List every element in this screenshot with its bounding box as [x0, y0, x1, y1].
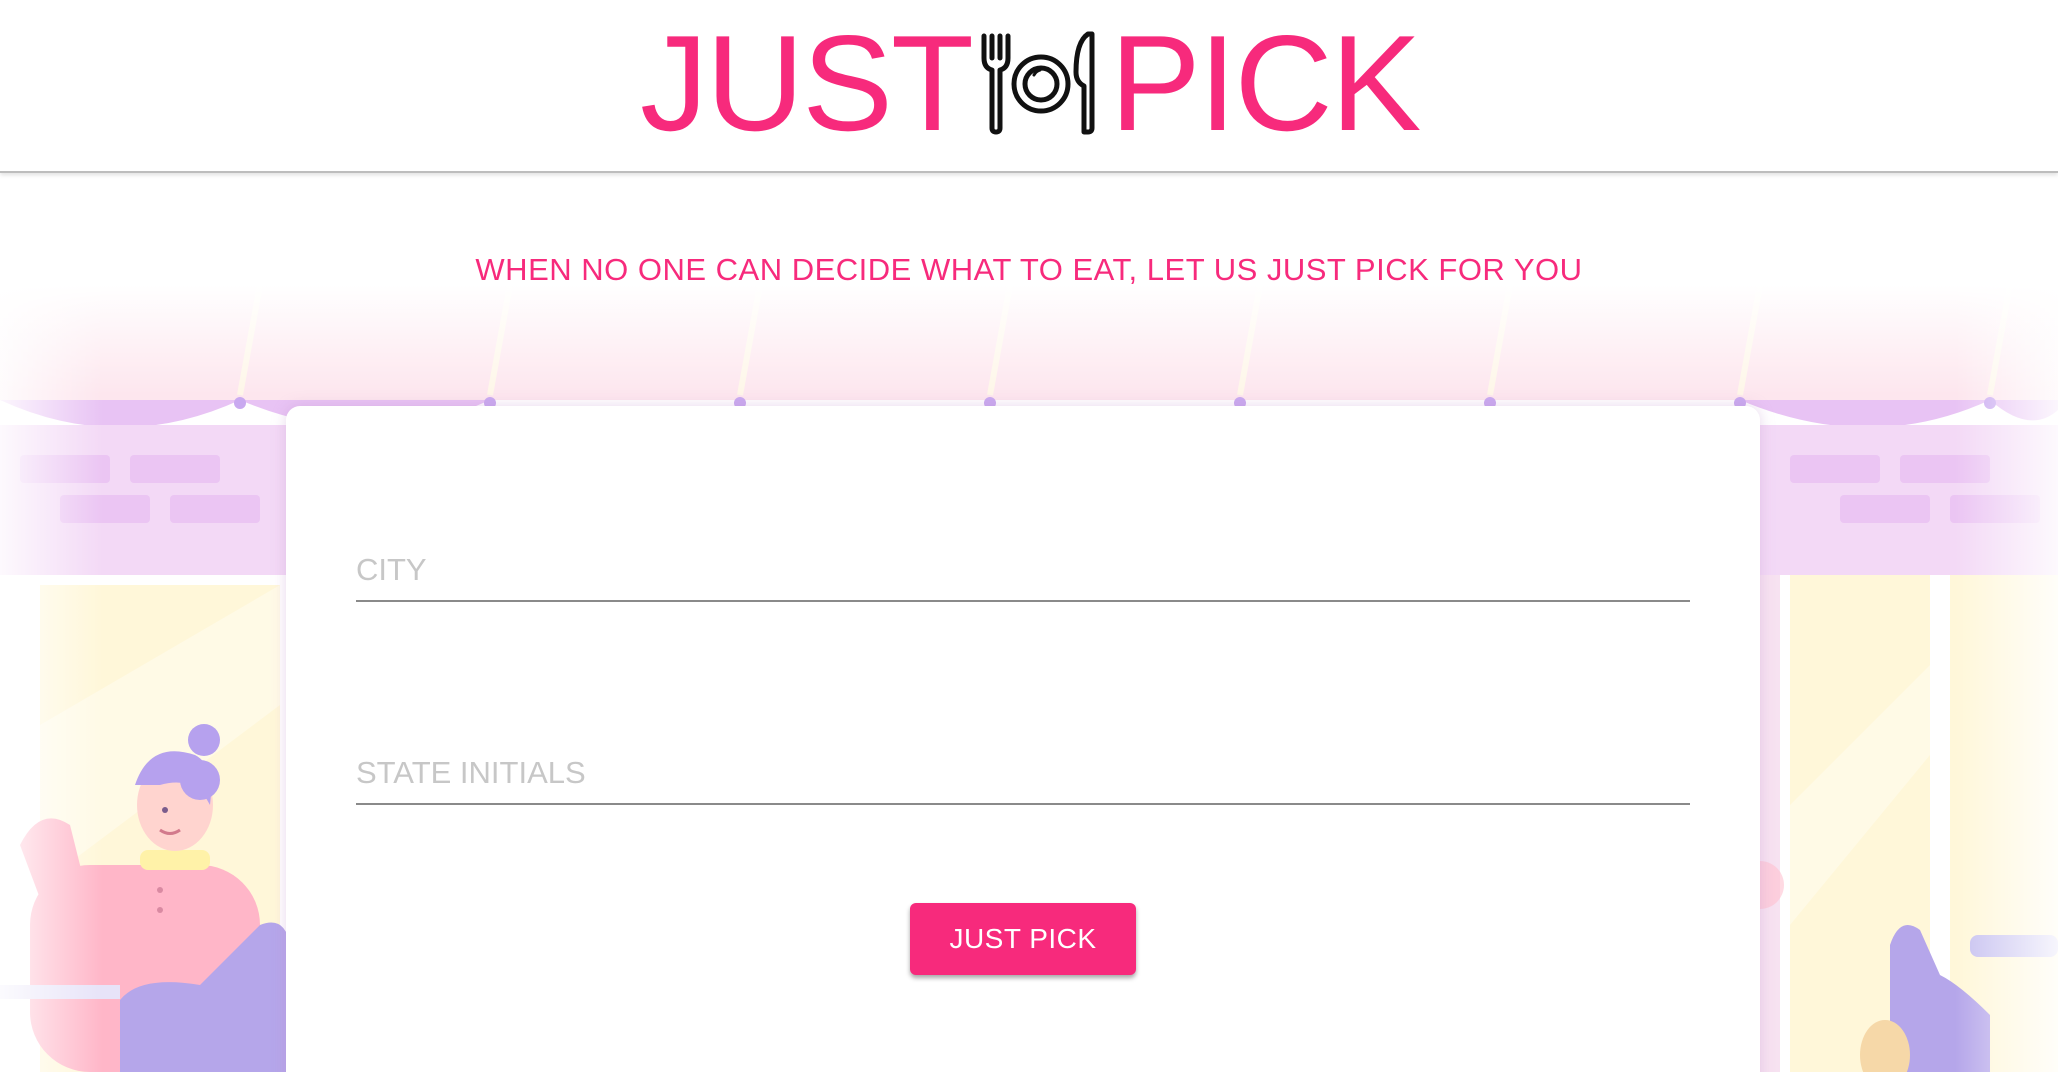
- state-initials-input[interactable]: [356, 743, 1690, 805]
- logo-word-pick: PICK: [1110, 7, 1421, 159]
- logo[interactable]: JUST PICK: [640, 7, 1421, 159]
- page: JUST PICK WHEN NO ONE CAN DECIDE WHAT TO…: [0, 0, 2058, 1072]
- tagline: WHEN NO ONE CAN DECIDE WHAT TO EAT, LET …: [475, 252, 1583, 287]
- search-form-card: JUST PICK: [286, 406, 1760, 1072]
- fork-plate-knife-icon: [981, 31, 1095, 135]
- city-input[interactable]: [356, 540, 1690, 602]
- header: JUST PICK: [0, 0, 2058, 173]
- logo-word-just: JUST: [640, 7, 974, 159]
- just-pick-button[interactable]: JUST PICK: [910, 903, 1136, 975]
